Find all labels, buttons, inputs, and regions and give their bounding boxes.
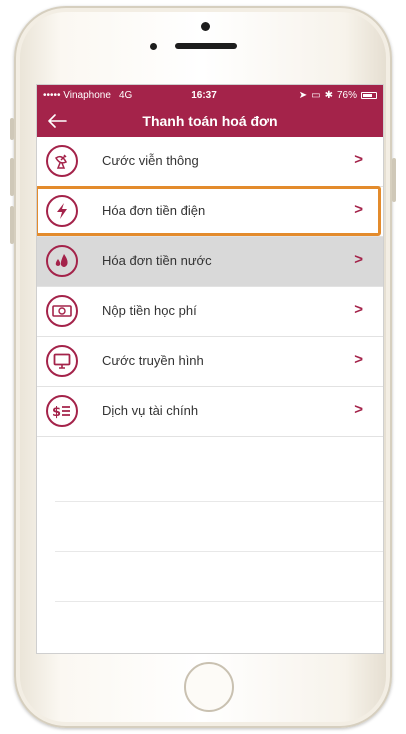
chevron-right-icon: > [354, 251, 363, 268]
volume-up-button [10, 158, 14, 196]
chevron-right-icon: > [354, 301, 363, 318]
empty-row-divider [55, 551, 383, 552]
back-button[interactable] [45, 109, 69, 133]
svg-text:$: $ [52, 405, 61, 419]
menu-item-label: Cước viễn thông [102, 153, 199, 168]
front-camera-icon [150, 43, 157, 50]
app-screen: ••••• Vinaphone 4G 16:37 ➤ ▭ ✱ 76% Thanh… [36, 84, 384, 654]
empty-row-divider [55, 501, 383, 502]
menu-item-label: Dịch vụ tài chính [102, 403, 199, 418]
menu-item-telecom[interactable]: Cước viễn thông > [37, 137, 383, 187]
carrier-label: ••••• Vinaphone [43, 89, 111, 101]
menu-item-label: Hóa đơn tiền nước [102, 253, 212, 268]
menu-item-finance[interactable]: $ Dịch vụ tài chính > [37, 387, 383, 437]
camera-icon [201, 22, 210, 31]
tv-monitor-icon [46, 345, 78, 377]
home-button[interactable] [184, 662, 234, 712]
menu-item-electricity[interactable]: Hóa đơn tiền điện > [37, 187, 383, 237]
empty-row-divider [55, 601, 383, 602]
battery-icon [361, 91, 377, 99]
menu-item-label: Hóa đơn tiền điện [102, 203, 206, 218]
nav-bar: Thanh toán hoá đơn [37, 105, 383, 137]
menu-item-label: Nộp tiền học phí [102, 303, 197, 318]
lightning-icon [46, 195, 78, 227]
dollar-list-icon: $ [46, 395, 78, 427]
speaker-grille [175, 43, 237, 49]
menu-item-label: Cước truyền hình [102, 353, 204, 368]
banknote-icon [46, 295, 78, 327]
menu-item-tuition[interactable]: Nộp tiền học phí > [37, 287, 383, 337]
page: ••••• Vinaphone 4G 16:37 ➤ ▭ ✱ 76% Thanh… [0, 0, 406, 734]
mute-switch [10, 118, 14, 140]
chevron-right-icon: > [354, 401, 363, 418]
chevron-right-icon: > [354, 151, 363, 168]
water-drops-icon [46, 245, 78, 277]
location-icon: ➤ [298, 89, 308, 101]
menu-list: Cước viễn thông > Hóa đơn tiền điện > Hó… [37, 137, 383, 437]
battery-percent: 76% [336, 89, 357, 101]
bluetooth-icon: ✱ [324, 89, 333, 101]
status-bar: ••••• Vinaphone 4G 16:37 ➤ ▭ ✱ 76% [37, 85, 383, 105]
power-button [392, 158, 396, 202]
arrow-left-icon [48, 114, 67, 128]
page-title: Thanh toán hoá đơn [142, 113, 278, 129]
volume-down-button [10, 206, 14, 244]
network-label: 4G [118, 89, 133, 101]
satellite-dish-icon [46, 145, 78, 177]
menu-item-water[interactable]: Hóa đơn tiền nước > [37, 237, 383, 287]
chevron-right-icon: > [354, 351, 363, 368]
menu-item-television[interactable]: Cước truyền hình > [37, 337, 383, 387]
screen-mirror-icon: ▭ [311, 89, 321, 101]
chevron-right-icon: > [354, 201, 363, 218]
